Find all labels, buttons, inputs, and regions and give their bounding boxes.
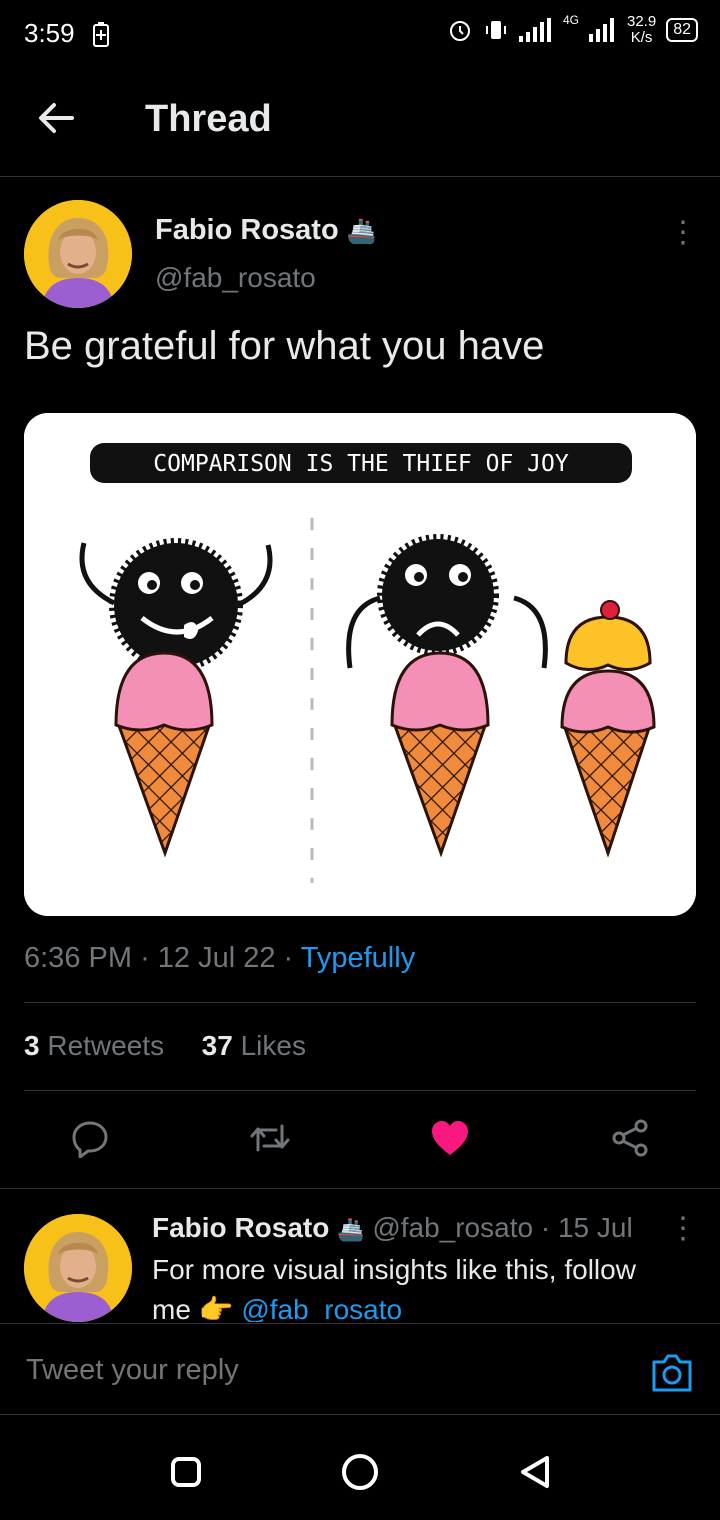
avatar-portrait <box>24 200 132 308</box>
author-name[interactable]: Fabio Rosato 🚢 <box>155 214 377 247</box>
page-title: Thread <box>145 98 272 140</box>
pointing-emoji: 👉 <box>198 1294 234 1322</box>
tweet-meta: 6:36 PM · 12 Jul 22 · Typefully <box>24 942 416 974</box>
tweet-stats: 3 Retweets 37 Likes <box>24 1030 306 1062</box>
reply-author-name[interactable]: Fabio Rosato <box>152 1212 329 1243</box>
status-indicators: 4G 32.9 K/s 82 <box>447 14 698 46</box>
reply-date: 15 Jul <box>557 1212 633 1243</box>
likes-stat[interactable]: 37 Likes <box>202 1030 306 1061</box>
like-icon <box>432 1121 468 1155</box>
battery-indicator: 82 <box>666 18 698 42</box>
retweet-icon <box>250 1124 290 1152</box>
share-icon <box>612 1119 648 1157</box>
avatar-portrait <box>24 1214 132 1322</box>
divider <box>24 1002 696 1003</box>
like-button[interactable] <box>420 1108 480 1168</box>
share-button[interactable] <box>600 1108 660 1168</box>
alarm-icon <box>449 21 470 41</box>
retweets-stat[interactable]: 3 Retweets <box>24 1030 164 1061</box>
tweet-image[interactable]: COMPARISON IS THE THIEF OF JOY <box>24 413 696 916</box>
reply-header: Fabio Rosato 🚢 @fab_rosato · 15 Jul <box>152 1212 633 1243</box>
reply-author-handle[interactable]: @fab_rosato <box>372 1212 533 1243</box>
network-speed: 32.9 K/s <box>627 13 657 46</box>
top-bar <box>0 64 720 177</box>
back-arrow-icon[interactable] <box>34 96 78 140</box>
status-time: 3:59 <box>24 18 75 48</box>
author-avatar[interactable] <box>24 200 132 308</box>
network-type: 4G <box>562 13 579 27</box>
battery-saver-icon <box>93 22 109 47</box>
divider <box>0 1188 720 1189</box>
divider <box>24 1090 696 1091</box>
tweet-text: Be grateful for what you have <box>24 324 545 368</box>
camera-icon[interactable] <box>650 1352 694 1394</box>
recent-apps-icon[interactable] <box>170 1456 202 1488</box>
ship-emoji: 🚢 <box>337 1217 365 1242</box>
ship-emoji: 🚢 <box>346 218 377 245</box>
author-handle[interactable]: @fab_rosato <box>155 262 316 294</box>
tweet-time: 6:36 PM <box>24 942 132 974</box>
vibrate-icon <box>485 21 506 39</box>
home-icon[interactable] <box>340 1452 380 1492</box>
comparison-illustration: COMPARISON IS THE THIEF OF JOY <box>24 413 696 916</box>
reply-author-avatar[interactable] <box>24 1214 132 1322</box>
system-nav-bar <box>0 1414 720 1520</box>
tweet-source[interactable]: Typefully <box>301 942 415 974</box>
mention-link[interactable]: @fab_rosato <box>241 1294 402 1322</box>
retweet-button[interactable] <box>240 1108 300 1168</box>
image-caption: COMPARISON IS THE THIEF OF JOY <box>153 451 569 477</box>
more-icon[interactable]: ⋮ <box>668 218 698 248</box>
reply-input[interactable] <box>24 1353 628 1388</box>
reply-more-icon[interactable]: ⋮ <box>668 1214 698 1244</box>
reply-icon <box>72 1121 108 1158</box>
reply-text: For more visual insights like this, foll… <box>152 1250 692 1322</box>
signal-2-icon <box>589 18 614 42</box>
signal-icon <box>518 18 551 42</box>
tweet-date: 12 Jul 22 <box>157 942 276 974</box>
back-icon[interactable] <box>518 1454 552 1490</box>
reply-button[interactable] <box>60 1108 120 1168</box>
status-bar: 3:59 4G 32.9 K/s 82 <box>0 0 720 64</box>
